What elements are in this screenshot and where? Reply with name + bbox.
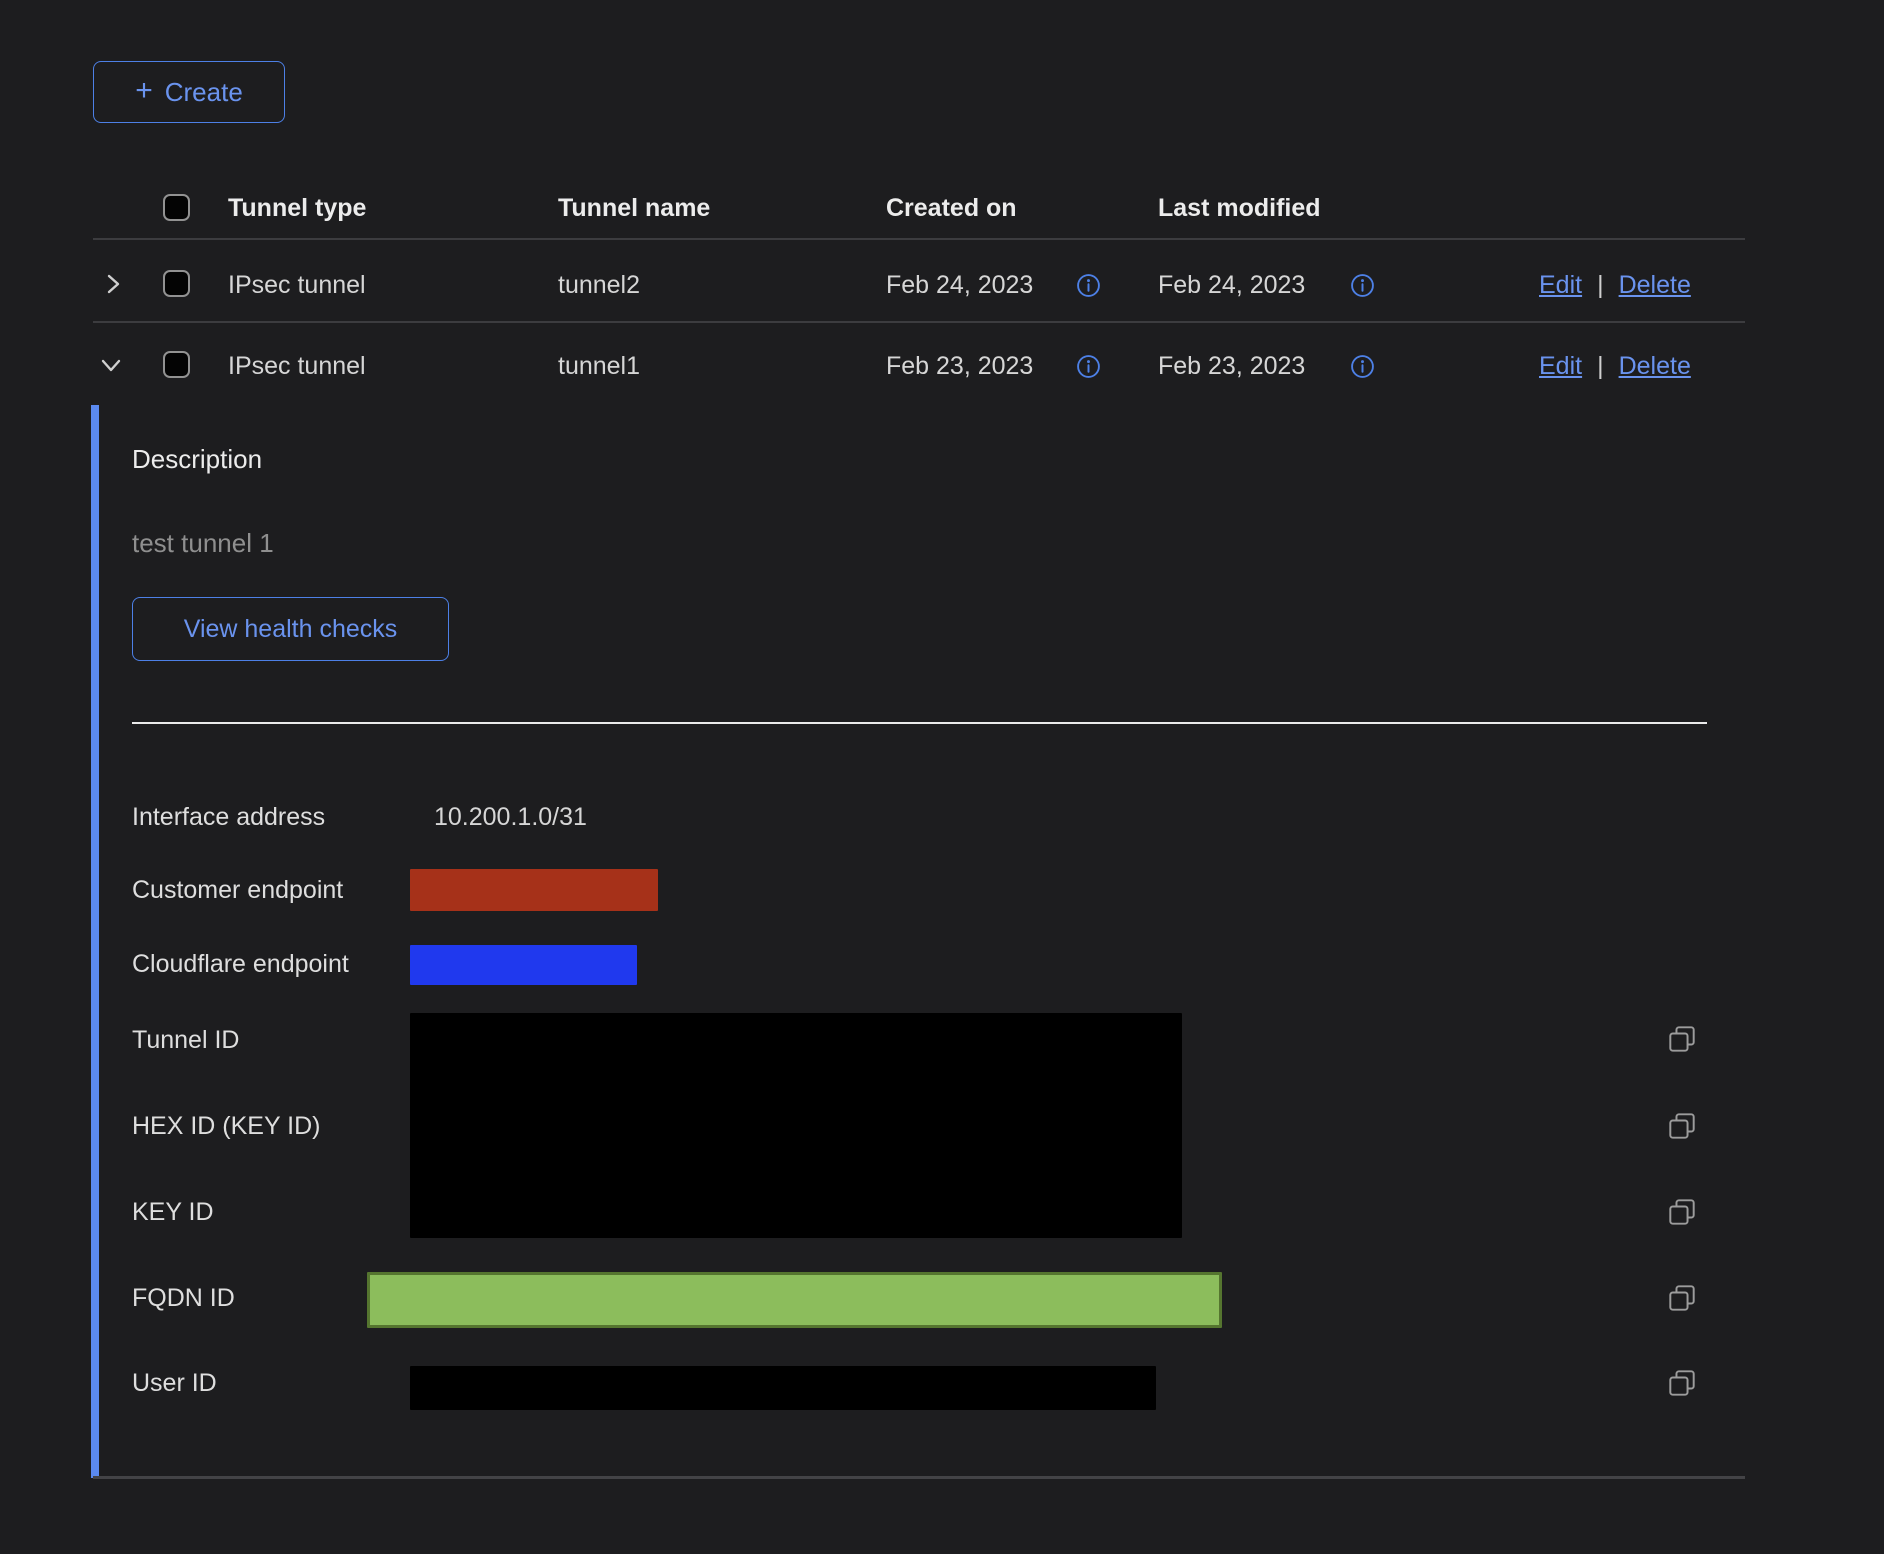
interface-address-label: Interface address <box>132 803 325 832</box>
customer-endpoint-label: Customer endpoint <box>132 876 343 905</box>
copy-fqdn-id-icon[interactable] <box>1666 1282 1698 1314</box>
created-on-cell: Feb 23, 2023 <box>886 352 1033 381</box>
section-divider <box>132 722 1707 724</box>
key-id-label: KEY ID <box>132 1198 214 1227</box>
chevron-right-icon[interactable] <box>100 271 126 297</box>
tunnel-name-cell: tunnel2 <box>558 271 640 300</box>
row-actions: Edit | Delete <box>1539 352 1691 381</box>
info-circle-icon[interactable] <box>1076 273 1101 298</box>
tunnel-name-cell: tunnel1 <box>558 352 640 381</box>
info-circle-icon[interactable] <box>1350 354 1375 379</box>
edit-link[interactable]: Edit <box>1539 271 1582 300</box>
user-id-label: User ID <box>132 1369 217 1398</box>
actions-separator: | <box>1597 271 1604 300</box>
description-value: test tunnel 1 <box>132 528 274 559</box>
tunnel-type-cell: IPsec tunnel <box>228 352 366 381</box>
customer-endpoint-redacted-value <box>410 869 658 911</box>
copy-hex-id-icon[interactable] <box>1666 1110 1698 1142</box>
create-button-label: Create <box>165 77 243 108</box>
edit-link[interactable]: Edit <box>1539 352 1582 381</box>
column-header-last-modified: Last modified <box>1158 194 1321 223</box>
last-modified-cell: Feb 24, 2023 <box>1158 271 1305 300</box>
copy-tunnel-id-icon[interactable] <box>1666 1023 1698 1055</box>
actions-separator: | <box>1597 352 1604 381</box>
fqdn-id-redacted-value <box>367 1272 1222 1328</box>
tunnel-id-label: Tunnel ID <box>132 1026 239 1055</box>
interface-address-value: 10.200.1.0/31 <box>434 803 587 832</box>
header-divider <box>93 238 1745 240</box>
hex-id-label: HEX ID (KEY ID) <box>132 1112 320 1141</box>
column-header-created-on: Created on <box>886 194 1017 223</box>
column-header-tunnel-name: Tunnel name <box>558 194 710 223</box>
view-health-checks-label: View health checks <box>184 615 398 644</box>
delete-link[interactable]: Delete <box>1619 271 1691 300</box>
ipsec-tunnels-page: + Create Tunnel type Tunnel name Created… <box>0 0 1884 1554</box>
copy-key-id-icon[interactable] <box>1666 1196 1698 1228</box>
user-id-redacted-value <box>410 1366 1156 1410</box>
table-bottom-divider <box>93 1476 1745 1479</box>
copy-user-id-icon[interactable] <box>1666 1367 1698 1399</box>
row-divider <box>93 321 1745 323</box>
fqdn-id-label: FQDN ID <box>132 1284 235 1313</box>
created-on-cell: Feb 24, 2023 <box>886 271 1033 300</box>
create-button[interactable]: + Create <box>93 61 285 123</box>
info-circle-icon[interactable] <box>1076 354 1101 379</box>
column-header-tunnel-type: Tunnel type <box>228 194 366 223</box>
row-checkbox[interactable] <box>163 351 190 378</box>
row-checkbox[interactable] <box>163 270 190 297</box>
chevron-down-icon[interactable] <box>98 352 124 378</box>
row-actions: Edit | Delete <box>1539 271 1691 300</box>
plus-icon: + <box>135 76 153 106</box>
tunnel-type-cell: IPsec tunnel <box>228 271 366 300</box>
view-health-checks-button[interactable]: View health checks <box>132 597 449 661</box>
expanded-row-indicator-bar <box>91 405 99 1478</box>
description-label: Description <box>132 444 262 475</box>
select-all-checkbox[interactable] <box>163 194 190 221</box>
last-modified-cell: Feb 23, 2023 <box>1158 352 1305 381</box>
cloudflare-endpoint-redacted-value <box>410 945 637 985</box>
delete-link[interactable]: Delete <box>1619 352 1691 381</box>
info-circle-icon[interactable] <box>1350 273 1375 298</box>
cloudflare-endpoint-label: Cloudflare endpoint <box>132 950 349 979</box>
tunnel-hex-key-id-redacted-value <box>410 1013 1182 1238</box>
